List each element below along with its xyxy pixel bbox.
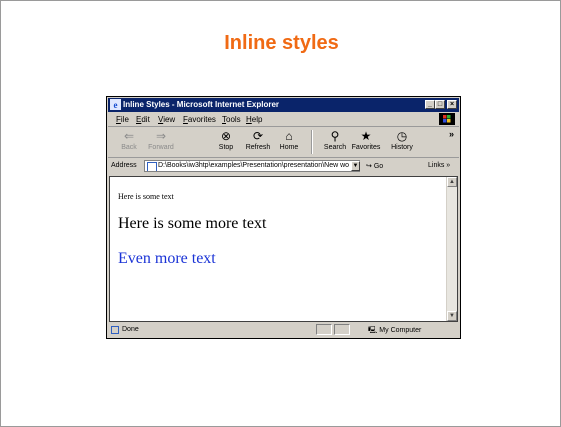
menu-view[interactable]: View (158, 115, 175, 124)
page-icon (147, 162, 157, 171)
refresh-button[interactable]: ⟳ Refresh (243, 129, 273, 151)
stop-button[interactable]: ⊗ Stop (211, 129, 241, 151)
window-title: Inline Styles - Microsoft Internet Explo… (123, 100, 280, 109)
close-button[interactable]: × (447, 100, 457, 109)
menu-file[interactable]: File (116, 115, 129, 124)
blue-text: Even more text (118, 250, 216, 267)
svg-text:e: e (114, 100, 118, 110)
search-button[interactable]: ⚲ Search (320, 129, 350, 151)
slide: Inline styles e Inline Styles - Microsof… (0, 0, 561, 427)
go-arrow-icon: ↪ (366, 163, 372, 170)
history-icon: ◷ (396, 129, 408, 143)
back-arrow-icon: ⇐ (123, 129, 135, 143)
search-icon: ⚲ (330, 129, 340, 143)
minimize-button[interactable]: _ (425, 100, 435, 109)
zone-indicator: 🖳 My Computer (368, 327, 422, 334)
vertical-scrollbar[interactable]: ▲ ▼ (446, 177, 457, 321)
history-button[interactable]: ◷ History (387, 129, 417, 151)
status-pane (316, 324, 332, 335)
browser-window: e Inline Styles - Microsoft Internet Exp… (106, 96, 461, 339)
forward-arrow-icon: ⇒ (155, 129, 167, 143)
page-done-icon (111, 326, 119, 334)
refresh-icon: ⟳ (252, 129, 264, 143)
favorites-icon: ★ (360, 129, 372, 143)
forward-button[interactable]: ⇒ Forward (146, 129, 176, 151)
title-bar[interactable]: e Inline Styles - Microsoft Internet Exp… (108, 98, 459, 112)
medium-text: Here is some more text (118, 215, 267, 232)
address-label: Address (111, 162, 137, 169)
stop-icon: ⊗ (220, 129, 232, 143)
computer-icon: 🖳 (368, 327, 378, 334)
status-bar: Done 🖳 My Computer (108, 323, 459, 337)
menu-bar: File Edit View Favorites Tools Help (108, 113, 459, 127)
toolbar-separator (311, 130, 313, 154)
toolbar: ⇐ Back ⇒ Forward ⊗ Stop ⟳ Refresh ⌂ Home… (108, 127, 459, 158)
home-icon: ⌂ (285, 129, 293, 143)
status-pane (334, 324, 350, 335)
address-input[interactable]: D:\Books\iw3htp\examples\Presentation\pr… (144, 160, 360, 172)
windows-logo-icon (439, 113, 455, 125)
menu-help[interactable]: Help (246, 115, 262, 124)
address-value: D:\Books\iw3htp\examples\Presentation\pr… (158, 162, 350, 169)
menu-tools[interactable]: Tools (222, 115, 241, 124)
toolbar-overflow-button[interactable]: » (449, 129, 454, 139)
address-dropdown-button[interactable]: ▼ (351, 161, 360, 171)
page-content: Here is some text Here is some more text… (109, 176, 458, 322)
maximize-button[interactable]: □ (435, 100, 445, 109)
slide-title: Inline styles (224, 32, 339, 54)
address-bar: Address D:\Books\iw3htp\examples\Present… (108, 159, 459, 174)
menu-favorites[interactable]: Favorites (183, 115, 216, 124)
favorites-button[interactable]: ★ Favorites (351, 129, 381, 151)
back-button[interactable]: ⇐ Back (114, 129, 144, 151)
status-text: Done (122, 326, 139, 333)
links-button[interactable]: Links » (428, 162, 450, 169)
home-button[interactable]: ⌂ Home (274, 129, 304, 151)
ie-icon: e (110, 99, 121, 110)
scroll-up-button[interactable]: ▲ (447, 177, 457, 187)
scroll-down-button[interactable]: ▼ (447, 311, 457, 321)
small-text: Here is some text (118, 192, 174, 201)
go-button[interactable]: ↪ Go (366, 162, 383, 170)
menu-edit[interactable]: Edit (136, 115, 150, 124)
